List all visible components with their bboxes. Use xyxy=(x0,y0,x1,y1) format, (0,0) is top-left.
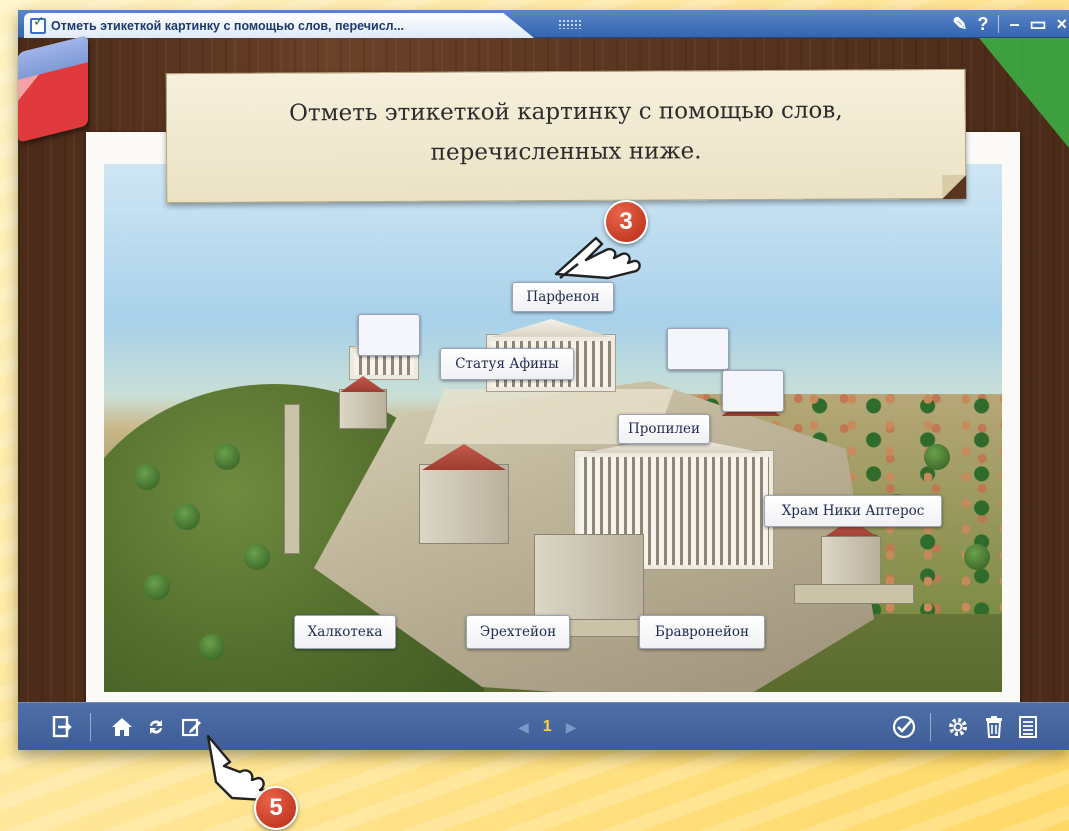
exit-icon[interactable] xyxy=(48,713,76,741)
fortress-wall xyxy=(794,584,914,604)
window-title: Отметь этикеткой картинку с помощью слов… xyxy=(51,18,405,33)
eraser-decoration xyxy=(18,35,88,143)
toolbar-divider xyxy=(90,713,91,741)
settings-icon[interactable] xyxy=(944,713,972,741)
title-bar: Отметь этикеткой картинку с помощью слов… xyxy=(18,10,1069,38)
tree xyxy=(199,634,225,660)
app-window: Отметь этикеткой картинку с помощью слов… xyxy=(18,10,1069,750)
tree xyxy=(174,504,200,530)
toolbar-divider xyxy=(930,713,931,741)
building xyxy=(419,464,509,544)
menu-icon[interactable] xyxy=(1014,713,1042,741)
drop-target[interactable] xyxy=(358,314,420,356)
pin-tool-icon[interactable]: ✎ xyxy=(952,14,967,34)
fortress-wall xyxy=(284,404,300,554)
checklist-icon xyxy=(30,14,46,34)
label-chalkotheke[interactable]: Халкотека xyxy=(294,615,396,649)
window-controls: ✎ ? – ▭ × xyxy=(952,12,1067,36)
close-button[interactable]: × xyxy=(1056,14,1067,34)
label-erechtheion[interactable]: Эрехтейон xyxy=(466,615,570,649)
drop-target[interactable] xyxy=(722,370,784,412)
drop-target[interactable] xyxy=(667,328,729,370)
instruction-banner: Отметь этикеткой картинку с помощью слов… xyxy=(165,68,967,204)
tree xyxy=(144,574,170,600)
tree xyxy=(964,544,990,570)
building xyxy=(339,389,387,429)
controls-divider xyxy=(998,15,1000,33)
wooden-board: Парфенон Статуя Афины Пропилеи Храм Ники… xyxy=(18,35,1069,718)
home-icon[interactable] xyxy=(108,713,136,741)
page-navigator: ◀ 1 ▶ xyxy=(518,715,576,739)
instruction-line-1: Отметь этикеткой картинку с помощью слов… xyxy=(289,97,843,127)
next-page-icon[interactable]: ▶ xyxy=(566,719,577,736)
step-callout-3: 3 xyxy=(604,200,648,244)
instruction-line-2: перечисленных ниже. xyxy=(430,138,702,166)
window-tab[interactable]: Отметь этикеткой картинку с помощью слов… xyxy=(24,13,534,38)
step-callout-5: 5 xyxy=(254,786,298,830)
bottom-toolbar: ◀ 1 ▶ xyxy=(18,702,1069,750)
page-number: 1 xyxy=(542,718,552,735)
help-button[interactable]: ? xyxy=(977,14,988,34)
delete-icon[interactable] xyxy=(980,713,1008,741)
drag-grip[interactable] xyxy=(558,19,582,29)
maximize-button[interactable]: ▭ xyxy=(1029,14,1046,34)
instruction-text: Отметь этикеткой картинку с помощью слов… xyxy=(187,90,945,174)
label-brauroneion[interactable]: Бравронейон xyxy=(639,615,765,649)
tree xyxy=(134,464,160,490)
label-nike-temple[interactable]: Храм Ники Аптерос xyxy=(764,495,942,527)
tree xyxy=(214,444,240,470)
minimize-button[interactable]: – xyxy=(1009,14,1019,34)
label-athena-statue[interactable]: Статуя Афины xyxy=(440,348,574,380)
previous-page-icon[interactable]: ◀ xyxy=(518,719,529,736)
label-parthenon[interactable]: Парфенон xyxy=(512,282,614,312)
label-propylaea[interactable]: Пропилеи xyxy=(618,414,710,444)
tree xyxy=(924,444,950,470)
nike-temple-building xyxy=(821,536,881,586)
tree xyxy=(244,544,270,570)
building xyxy=(534,534,644,624)
reset-icon[interactable] xyxy=(142,713,170,741)
check-icon[interactable] xyxy=(890,713,918,741)
